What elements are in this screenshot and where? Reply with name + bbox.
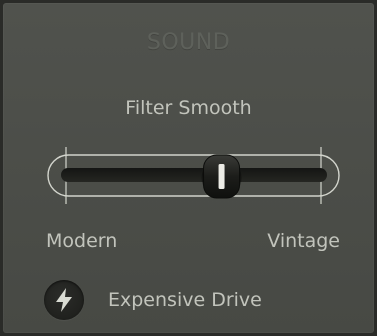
slider-thumb[interactable]	[201, 154, 242, 199]
expensive-drive-toggle[interactable]: Expensive Drive	[44, 280, 262, 320]
lightning-bolt-icon	[56, 288, 72, 312]
expensive-drive-label: Expensive Drive	[108, 289, 262, 311]
slider-track[interactable]	[61, 168, 327, 182]
drive-toggle-button[interactable]	[44, 280, 84, 320]
filter-smooth-slider[interactable]	[0, 0, 377, 230]
slider-min-label: Modern	[46, 230, 118, 252]
slider-max-label: Vintage	[267, 230, 340, 252]
